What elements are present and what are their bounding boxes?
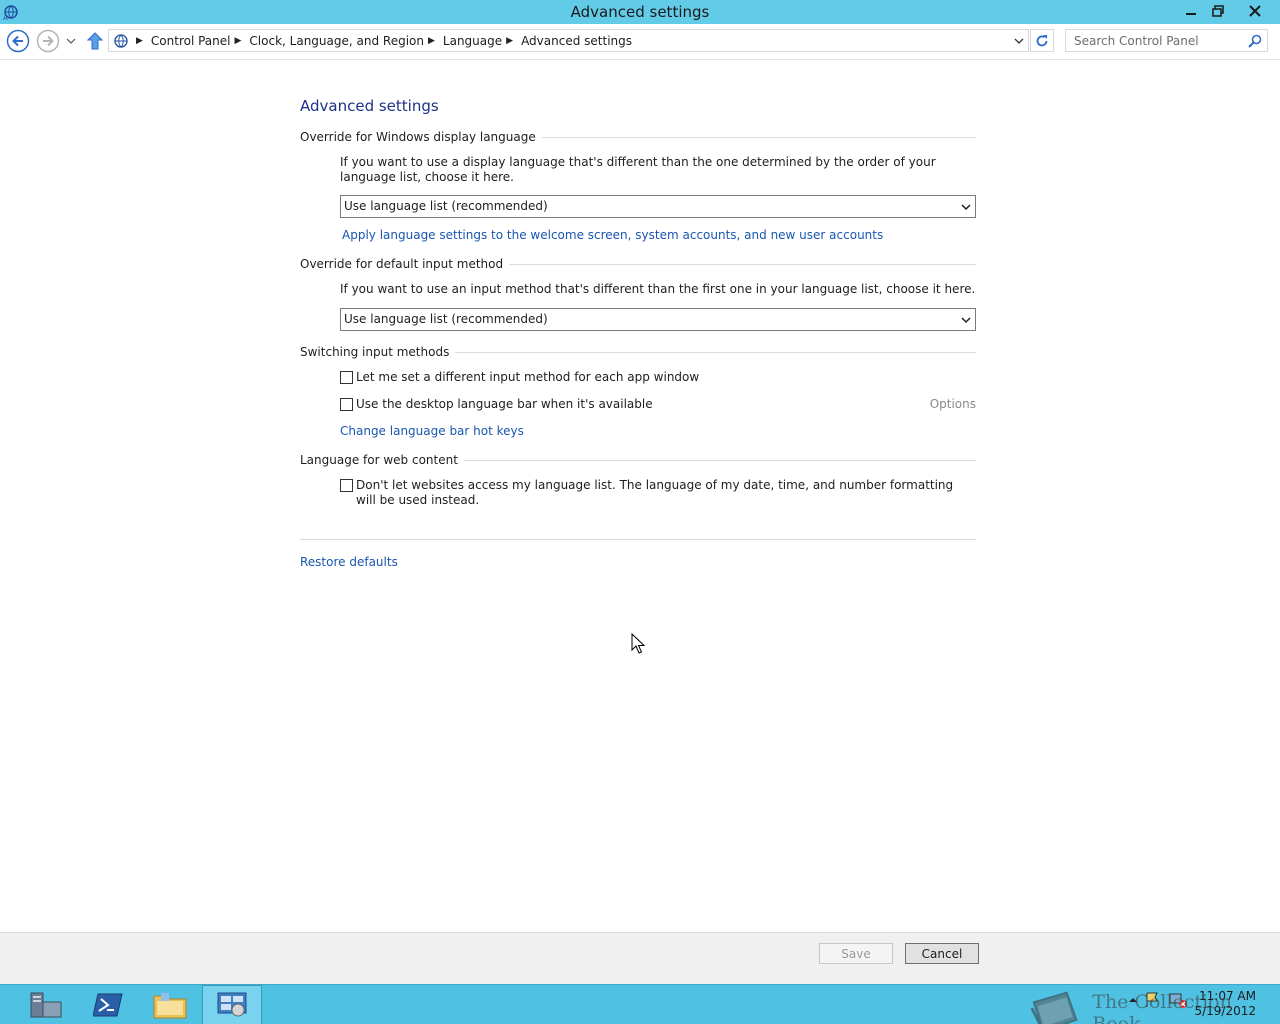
language-bar-options-link[interactable]: Options bbox=[930, 397, 976, 411]
minimize-icon bbox=[1186, 13, 1196, 15]
section-heading: Override for Windows display language bbox=[300, 130, 536, 144]
action-bar: Save Cancel bbox=[0, 932, 1280, 984]
navigation-bar: ▶ Control Panel ▶ Clock, Language, and R… bbox=[0, 24, 1280, 60]
restore-icon bbox=[1212, 5, 1224, 17]
breadcrumb-separator-icon[interactable]: ▶ bbox=[506, 36, 513, 46]
section-divider bbox=[455, 351, 976, 353]
server-manager-taskbar-button[interactable] bbox=[17, 985, 75, 1024]
chevron-down-icon[interactable] bbox=[959, 200, 973, 214]
breadcrumb-separator-icon[interactable]: ▶ bbox=[235, 36, 242, 46]
display-language-select[interactable]: Use language list (recommended) bbox=[340, 195, 976, 218]
breadcrumb-separator-icon[interactable]: ▶ bbox=[428, 36, 435, 46]
powershell-taskbar-button[interactable] bbox=[79, 985, 137, 1024]
input-method-description: If you want to use an input method that'… bbox=[340, 282, 976, 296]
forward-arrow-icon bbox=[36, 29, 60, 53]
forward-button[interactable] bbox=[36, 29, 60, 53]
chevron-down-icon bbox=[1014, 38, 1024, 44]
chevron-down-icon bbox=[66, 38, 76, 44]
recent-locations-button[interactable] bbox=[63, 29, 79, 53]
display-language-description: If you want to use a display language th… bbox=[340, 155, 936, 184]
refresh-icon bbox=[1036, 34, 1048, 46]
chevron-down-icon[interactable] bbox=[959, 313, 973, 327]
address-history-button[interactable] bbox=[1012, 32, 1026, 49]
title-bar: A Advanced settings bbox=[0, 0, 1280, 24]
per-app-input-method-checkbox[interactable] bbox=[340, 371, 353, 384]
server-manager-icon bbox=[30, 992, 62, 1018]
watermark-text: The Collection Book bbox=[1092, 991, 1232, 1024]
display-language-selected-value: Use language list (recommended) bbox=[344, 199, 548, 213]
powershell-icon bbox=[93, 993, 123, 1017]
apply-to-welcome-screen-link[interactable]: Apply language settings to the welcome s… bbox=[342, 228, 883, 242]
minimize-button[interactable] bbox=[1178, 0, 1204, 22]
search-icon[interactable] bbox=[1247, 33, 1263, 49]
breadcrumb-advanced-settings[interactable]: Advanced settings bbox=[521, 34, 632, 48]
cancel-button[interactable]: Cancel bbox=[905, 943, 979, 964]
breadcrumb-clock-language-region[interactable]: Clock, Language, and Region bbox=[249, 34, 424, 48]
up-arrow-icon bbox=[87, 32, 103, 50]
section-heading: Override for default input method bbox=[300, 257, 504, 271]
file-explorer-taskbar-button[interactable] bbox=[141, 985, 199, 1024]
input-method-select[interactable]: Use language list (recommended) bbox=[340, 308, 976, 331]
section-heading: Switching input methods bbox=[300, 345, 450, 359]
watermark: The Collection Book bbox=[1028, 990, 1280, 1024]
websites-language-list-option[interactable]: Don't let websites access my language li… bbox=[340, 478, 960, 508]
page-title: Advanced settings bbox=[300, 97, 439, 115]
section-web-content: Language for web content bbox=[300, 453, 976, 467]
section-input-method: Override for default input method bbox=[300, 257, 976, 271]
breadcrumb-language[interactable]: Language bbox=[443, 34, 502, 48]
refresh-button[interactable] bbox=[1030, 29, 1054, 52]
content-divider bbox=[300, 539, 976, 540]
breadcrumb-control-panel[interactable]: Control Panel bbox=[151, 34, 231, 48]
back-arrow-icon bbox=[6, 29, 30, 53]
save-button[interactable]: Save bbox=[819, 943, 893, 964]
control-panel-taskbar-button[interactable] bbox=[202, 985, 262, 1024]
desktop-language-bar-label[interactable]: Use the desktop language bar when it's a… bbox=[356, 397, 653, 412]
folder-icon bbox=[153, 993, 187, 1019]
close-icon bbox=[1249, 5, 1261, 17]
section-heading: Language for web content bbox=[300, 453, 458, 467]
restore-defaults-link[interactable]: Restore defaults bbox=[300, 555, 398, 569]
input-method-selected-value: Use language list (recommended) bbox=[344, 312, 548, 326]
book-logo-icon bbox=[1030, 991, 1078, 1024]
section-switching-input-methods: Switching input methods bbox=[300, 345, 976, 359]
close-button[interactable] bbox=[1232, 0, 1278, 22]
restore-button[interactable] bbox=[1205, 0, 1231, 22]
mouse-cursor-icon bbox=[631, 633, 645, 654]
control-panel-icon bbox=[217, 992, 247, 1017]
section-display-language: Override for Windows display language bbox=[300, 130, 976, 144]
section-divider bbox=[541, 136, 976, 138]
search-box[interactable] bbox=[1065, 29, 1268, 52]
websites-language-list-label[interactable]: Don't let websites access my language li… bbox=[356, 478, 960, 508]
address-bar[interactable]: ▶ Control Panel ▶ Clock, Language, and R… bbox=[108, 29, 1029, 52]
up-button[interactable] bbox=[83, 29, 107, 53]
window-title: Advanced settings bbox=[570, 3, 710, 21]
change-hot-keys-link[interactable]: Change language bar hot keys bbox=[340, 424, 524, 438]
section-divider bbox=[509, 263, 976, 265]
section-divider bbox=[463, 459, 976, 461]
desktop-language-bar-option[interactable]: Use the desktop language bar when it's a… bbox=[340, 397, 653, 412]
per-app-input-method-label[interactable]: Let me set a different input method for … bbox=[356, 370, 699, 385]
websites-language-list-checkbox[interactable] bbox=[340, 479, 353, 492]
breadcrumb-separator-icon[interactable]: ▶ bbox=[136, 36, 143, 46]
search-input[interactable] bbox=[1074, 33, 1242, 49]
back-button[interactable] bbox=[6, 29, 30, 53]
desktop-language-bar-checkbox[interactable] bbox=[340, 398, 353, 411]
per-app-input-method-option[interactable]: Let me set a different input method for … bbox=[340, 370, 699, 385]
control-panel-root-icon[interactable] bbox=[110, 30, 132, 51]
